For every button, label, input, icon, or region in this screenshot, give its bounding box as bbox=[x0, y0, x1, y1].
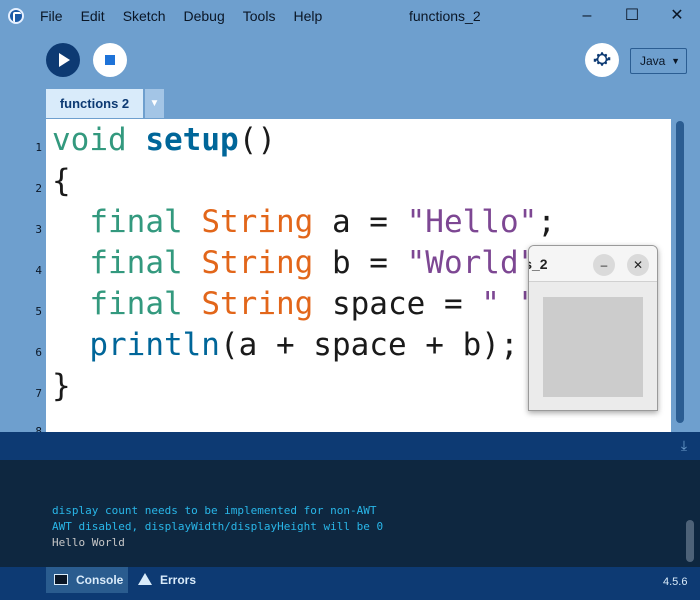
type-name: String bbox=[201, 245, 314, 281]
type-name: String bbox=[201, 204, 314, 240]
code-text: (a + space + b); bbox=[219, 327, 519, 363]
menu-debug[interactable]: Debug bbox=[184, 8, 225, 24]
processing-logo-icon bbox=[8, 8, 24, 24]
code-line: final String space = " "; bbox=[52, 284, 556, 325]
sketch-window[interactable]: functions_2 – ✕ bbox=[528, 245, 658, 411]
line-number-gutter: 1 2 3 4 5 6 7 8 bbox=[0, 119, 46, 432]
tab-menu-button[interactable]: ▼ bbox=[145, 89, 164, 118]
console-panel: display count needs to be implemented fo… bbox=[0, 460, 700, 567]
console-icon bbox=[54, 574, 68, 585]
version-label: 4.5.6 bbox=[663, 576, 688, 588]
keyword: final bbox=[89, 204, 183, 240]
menu-file[interactable]: File bbox=[40, 8, 63, 24]
code-text: { bbox=[52, 163, 71, 199]
title-bar: File Edit Sketch Debug Tools Help functi… bbox=[0, 0, 700, 32]
type-name: String bbox=[201, 286, 314, 322]
code-line: final String b = "World"; bbox=[52, 243, 556, 284]
console-message: AWT disabled, displayWidth/displayHeight… bbox=[52, 520, 384, 533]
line-number: 4 bbox=[35, 264, 42, 277]
menu-bar: File Edit Sketch Debug Tools Help bbox=[40, 0, 340, 32]
keyword: void bbox=[52, 122, 127, 158]
menu-help[interactable]: Help bbox=[293, 8, 322, 24]
maximize-icon[interactable]: ☐ bbox=[622, 6, 642, 26]
function-name: setup bbox=[145, 122, 239, 158]
tab-functions-2[interactable]: functions 2 bbox=[46, 89, 143, 118]
warning-icon bbox=[138, 573, 152, 585]
sketch-window-title: functions_2 bbox=[529, 256, 548, 272]
code-text: b = bbox=[313, 245, 407, 281]
editor-scrollbar-thumb[interactable] bbox=[676, 121, 684, 423]
menu-sketch[interactable]: Sketch bbox=[123, 8, 166, 24]
code-text: a = bbox=[313, 204, 407, 240]
sketch-minimize-icon[interactable]: – bbox=[593, 254, 615, 276]
code-text: space = bbox=[313, 286, 482, 322]
mode-label: Java bbox=[640, 54, 666, 68]
sketch-close-icon[interactable]: ✕ bbox=[627, 254, 649, 276]
line-number: 8 bbox=[35, 425, 42, 432]
tab-errors-label: Errors bbox=[160, 573, 197, 587]
line-number: 1 bbox=[35, 141, 42, 154]
code-line: } bbox=[52, 366, 71, 407]
console-output: Hello World bbox=[52, 536, 125, 549]
debug-button[interactable]: ⛮ bbox=[585, 43, 619, 77]
chevron-down-icon: ▼ bbox=[671, 56, 680, 66]
code-line: println(a + space + b); bbox=[52, 325, 519, 366]
menu-tools[interactable]: Tools bbox=[243, 8, 276, 24]
code-text: } bbox=[52, 368, 71, 404]
keyword: final bbox=[89, 286, 183, 322]
sketch-canvas bbox=[543, 297, 643, 397]
keyword: final bbox=[89, 245, 183, 281]
code-line: final String a = "Hello"; bbox=[52, 202, 556, 243]
line-number: 2 bbox=[35, 182, 42, 195]
sketch-window-titlebar[interactable]: functions_2 – ✕ bbox=[529, 246, 657, 282]
console-divider[interactable] bbox=[0, 432, 700, 460]
clear-console-icon[interactable]: ⤓ bbox=[676, 437, 692, 453]
code-line: void setup() bbox=[52, 120, 276, 161]
debugger-icon: ⛮ bbox=[593, 51, 611, 68]
code-line: { bbox=[52, 161, 71, 202]
line-number: 6 bbox=[35, 346, 42, 359]
string-literal: "World" bbox=[406, 245, 538, 281]
function-call: println bbox=[89, 327, 220, 363]
run-button[interactable] bbox=[46, 43, 80, 77]
code-text: ; bbox=[537, 204, 556, 240]
minimize-icon[interactable]: – bbox=[577, 6, 597, 26]
tab-errors[interactable]: Errors bbox=[130, 567, 210, 593]
tab-console[interactable]: Console bbox=[46, 567, 128, 593]
mode-selector[interactable]: Java ▼ bbox=[630, 48, 687, 74]
console-scrollbar-thumb[interactable] bbox=[686, 520, 694, 562]
line-number: 5 bbox=[35, 305, 42, 318]
window-title: functions_2 bbox=[409, 8, 481, 24]
line-number: 7 bbox=[35, 387, 42, 400]
close-icon[interactable]: ✕ bbox=[667, 6, 687, 26]
menu-edit[interactable]: Edit bbox=[81, 8, 105, 24]
line-number: 3 bbox=[35, 223, 42, 236]
string-literal: "Hello" bbox=[406, 204, 538, 240]
tab-console-label: Console bbox=[76, 573, 124, 587]
stop-button[interactable] bbox=[93, 43, 127, 77]
code-text: () bbox=[238, 122, 276, 158]
console-message: display count needs to be implemented fo… bbox=[52, 504, 377, 517]
